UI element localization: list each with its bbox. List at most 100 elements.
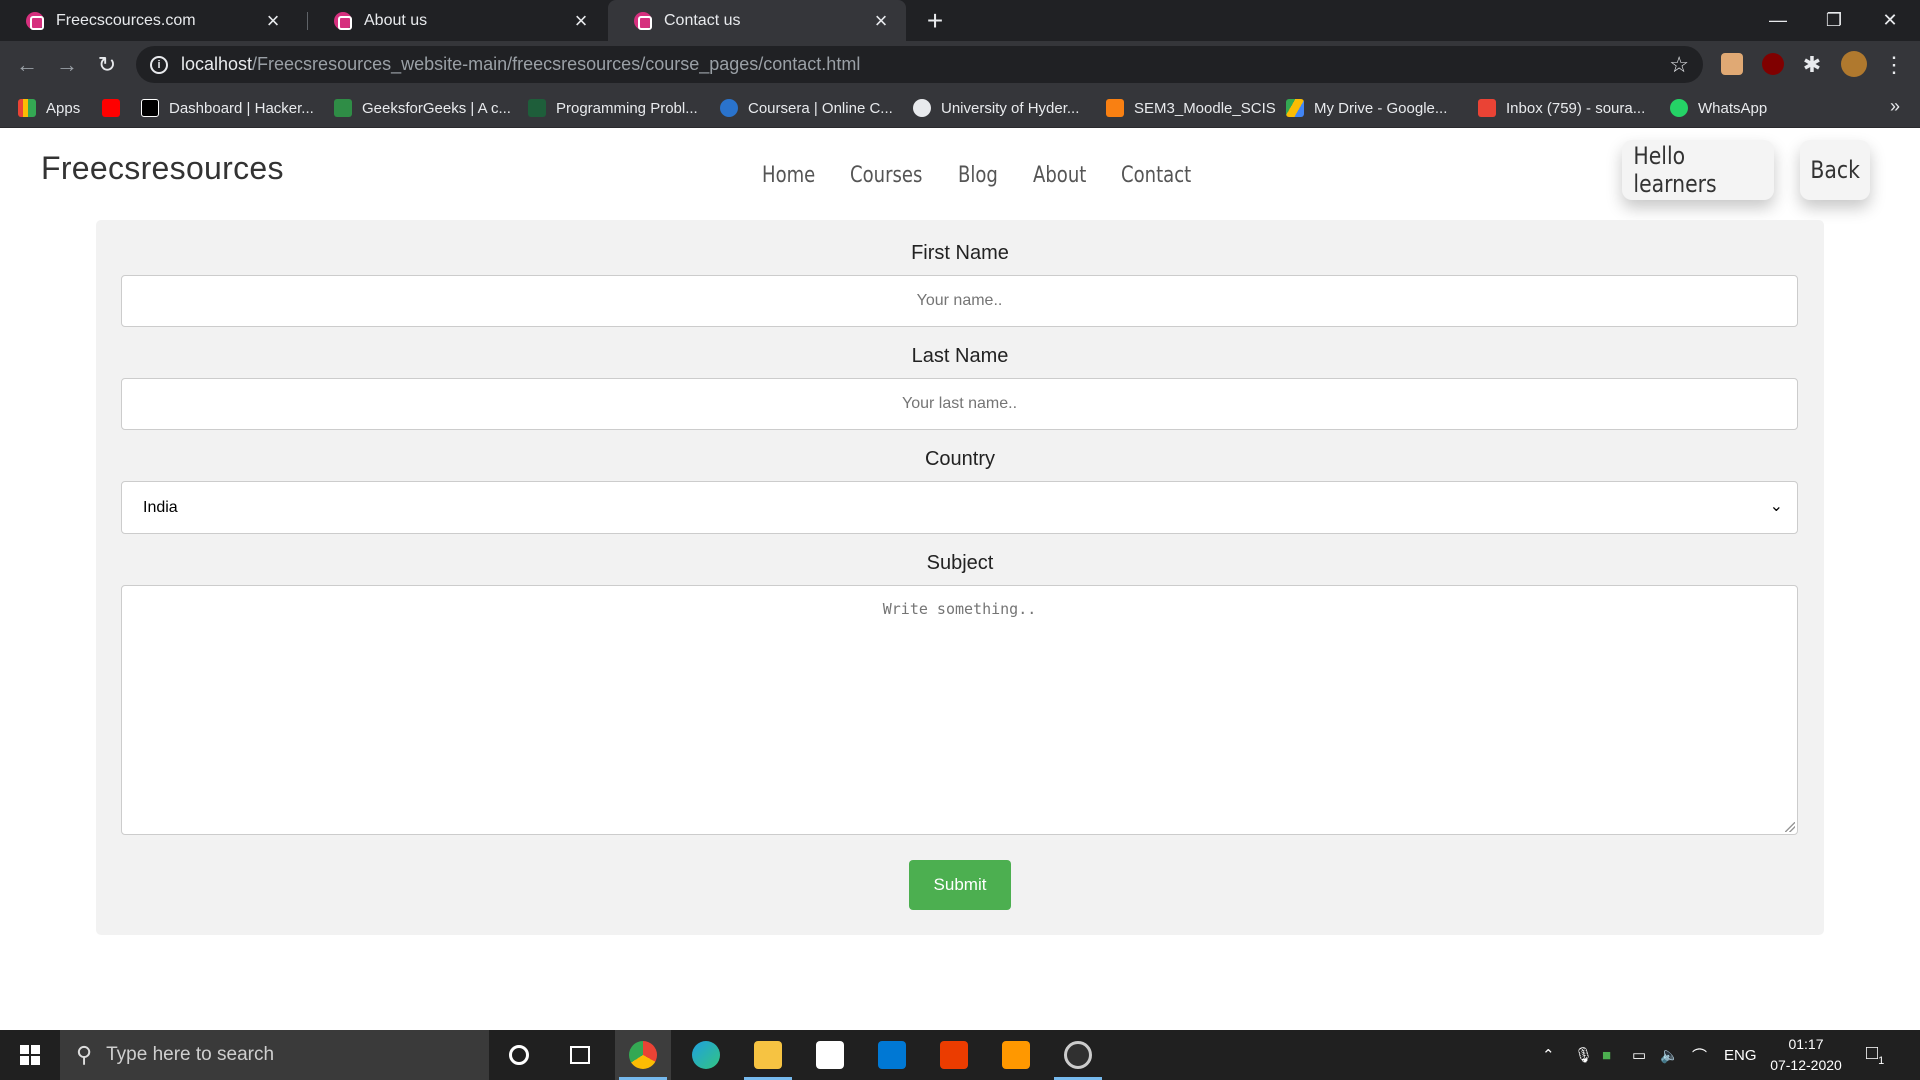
obs-icon [1064, 1041, 1092, 1069]
ublock-extension-icon[interactable] [1762, 53, 1784, 75]
restore-icon[interactable]: ❐ [1806, 0, 1862, 41]
forward-arrow-icon[interactable]: → [52, 50, 82, 80]
minimize-icon[interactable]: — [1750, 0, 1806, 41]
taskbar-mail[interactable] [864, 1030, 920, 1080]
extension-icon[interactable] [1721, 53, 1743, 75]
app-tray-icon[interactable]: ■ [1602, 1030, 1611, 1080]
url-path: /Freecsresources_website-main/freecsreso… [252, 54, 861, 74]
bookmark-label: WhatsApp [1698, 99, 1768, 117]
bookmarks-bar: Apps Dashboard | Hacker... GeeksforGeeks… [0, 88, 1920, 128]
resize-handle-icon[interactable] [1785, 822, 1795, 832]
battery-icon[interactable]: ▭ [1632, 1030, 1646, 1080]
bookmark-gmail[interactable]: Inbox (759) - soura... [1478, 88, 1645, 128]
extensions-puzzle-icon[interactable]: ✱ [1797, 50, 1827, 80]
taskbar-obs[interactable] [1050, 1030, 1106, 1080]
tab-title: Freecscources.com [56, 11, 196, 29]
first-name-label: First Name [911, 242, 1009, 264]
clock-date: 07-12-2020 [1770, 1057, 1842, 1073]
bookmark-label: GeeksforGeeks | A c... [362, 99, 511, 117]
edge-icon [692, 1041, 720, 1069]
nav-courses[interactable]: Courses [850, 163, 922, 188]
profile-avatar[interactable] [1841, 51, 1867, 77]
bookmark-university[interactable]: University of Hyder... [913, 88, 1079, 128]
wifi-icon[interactable]: ⌒ [1692, 1030, 1707, 1080]
tab-close-icon[interactable]: × [260, 8, 286, 34]
bookmark-apps[interactable]: Apps [18, 88, 80, 128]
tab-close-icon[interactable]: × [568, 8, 594, 34]
tab-about-us[interactable]: About us × [308, 0, 606, 41]
volume-icon[interactable]: 🔈 [1660, 1030, 1679, 1080]
taskbar-edge[interactable] [678, 1030, 734, 1080]
nav-blog[interactable]: Blog [958, 163, 998, 188]
chrome-icon [629, 1041, 657, 1069]
system-clock[interactable]: 01:17 07-12-2020 [1768, 1034, 1844, 1076]
address-bar[interactable]: i localhost /Freecsresources_website-mai… [136, 46, 1703, 83]
bookmark-coursera[interactable]: Coursera | Online C... [720, 88, 893, 128]
contact-form: First Name Your name.. Last Name Your la… [96, 220, 1824, 935]
geeksforgeeks-icon [334, 99, 352, 117]
country-label: Country [924, 448, 996, 470]
subject-textarea[interactable]: Write something.. [121, 585, 1798, 835]
tab-freecscources[interactable]: Freecscources.com × [0, 0, 298, 41]
taskbar-store[interactable] [802, 1030, 858, 1080]
search-placeholder: Type here to search [106, 1044, 275, 1065]
bookmarks-overflow-icon[interactable]: » [1890, 96, 1900, 117]
hello-learners-label: Hello learners [1633, 142, 1717, 198]
tab-title: About us [364, 11, 428, 29]
bookmark-label: University of Hyder... [941, 99, 1080, 117]
bookmark-geeksforgeeks[interactable]: GeeksforGeeks | A c... [334, 88, 511, 128]
hello-learners-button[interactable]: Hello learners [1622, 140, 1774, 200]
first-name-input[interactable]: Your name.. [121, 275, 1798, 327]
site-brand[interactable]: Freecsresources [41, 150, 284, 187]
tab-contact-us[interactable]: Contact us × [608, 0, 906, 41]
bookmark-google-drive[interactable]: My Drive - Google... [1286, 88, 1447, 128]
search-icon: ⚲ [76, 1042, 93, 1067]
whatsapp-icon [1670, 99, 1688, 117]
bookmark-programming[interactable]: Programming Probl... [528, 88, 698, 128]
windows-taskbar: ⚲ Type here to search ⌃ 🎙 ■ ▭ 🔈 ⌒ ENG 01… [0, 1030, 1920, 1080]
cortana-icon[interactable] [491, 1030, 547, 1080]
back-arrow-icon[interactable]: ← [12, 50, 42, 80]
notification-center-icon[interactable]: □1 [1866, 1042, 1884, 1067]
back-button[interactable]: Back [1800, 140, 1870, 200]
bookmark-moodle[interactable]: SEM3_Moodle_SCIS [1106, 88, 1276, 128]
bookmark-youtube[interactable] [102, 88, 130, 128]
nav-about[interactable]: About [1033, 163, 1086, 188]
site-favicon-icon [634, 11, 652, 30]
new-tab-plus-icon[interactable]: + [920, 5, 950, 36]
tab-title: Contact us [664, 11, 741, 29]
show-hidden-icons[interactable]: ⌃ [1542, 1030, 1555, 1080]
tab-close-icon[interactable]: × [868, 8, 894, 34]
bookmark-label: Programming Probl... [556, 99, 698, 117]
bookmark-hackerrank[interactable]: Dashboard | Hacker... [141, 88, 314, 128]
back-label: Back [1810, 156, 1860, 184]
microphone-icon[interactable]: 🎙 [1574, 1030, 1593, 1080]
nav-contact[interactable]: Contact [1121, 163, 1191, 188]
bookmark-whatsapp[interactable]: WhatsApp [1670, 88, 1767, 128]
windows-start-button[interactable] [0, 1030, 60, 1080]
apps-grid-icon [18, 99, 36, 117]
site-header: Freecsresources Home Courses Blog About … [0, 128, 1920, 220]
country-select[interactable]: India ⌄ [121, 481, 1798, 534]
chrome-menu-icon[interactable]: ⋮ [1879, 50, 1909, 80]
taskbar-office[interactable] [926, 1030, 982, 1080]
university-icon [913, 99, 931, 117]
taskbar-chrome[interactable] [615, 1030, 671, 1080]
site-info-icon[interactable]: i [150, 55, 168, 74]
taskbar-sublime[interactable] [988, 1030, 1044, 1080]
subject-placeholder: Write something.. [882, 600, 1037, 618]
reload-icon[interactable]: ↻ [92, 50, 122, 80]
taskbar-file-explorer[interactable] [740, 1030, 796, 1080]
nav-home[interactable]: Home [762, 163, 815, 188]
language-indicator[interactable]: ENG [1724, 1030, 1757, 1080]
bookmark-star-icon[interactable]: ☆ [1669, 52, 1689, 78]
taskbar-search[interactable]: ⚲ Type here to search [60, 1030, 489, 1080]
close-window-icon[interactable]: ✕ [1862, 0, 1918, 41]
site-favicon-icon [334, 11, 352, 30]
last-name-label: Last Name [911, 345, 1009, 367]
mail-icon [878, 1041, 906, 1069]
submit-button[interactable]: Submit [909, 860, 1011, 910]
last-name-input[interactable]: Your last name.. [121, 378, 1798, 430]
bookmark-label: My Drive - Google... [1314, 99, 1448, 117]
task-view-icon[interactable] [552, 1030, 608, 1080]
